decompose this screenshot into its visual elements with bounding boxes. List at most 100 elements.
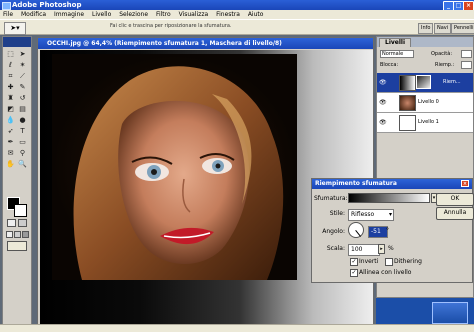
fill-label: Riemp.:: [435, 62, 455, 68]
brush-tool-icon[interactable]: ✎: [17, 82, 28, 92]
jump-to-imageready-icon[interactable]: [7, 241, 27, 251]
menu-immagine[interactable]: Immagine: [51, 10, 87, 19]
history-brush-icon[interactable]: ↺: [17, 93, 28, 103]
crop-tool-icon[interactable]: ⌗: [5, 71, 16, 81]
type-tool-icon[interactable]: T: [17, 126, 28, 136]
zoom-tool-icon[interactable]: 🔍: [17, 159, 28, 169]
dialog-title: Riempimento sfumatura: [315, 180, 397, 187]
lock-label: Blocca:: [380, 62, 399, 68]
angle-dial[interactable]: [348, 222, 364, 238]
ok-button[interactable]: OK: [436, 193, 474, 206]
angle-field[interactable]: -51: [368, 226, 388, 238]
style-select[interactable]: Riflesso ▾: [348, 209, 394, 221]
move-tool-icon[interactable]: ➤: [17, 49, 28, 59]
style-label: Stile:: [329, 210, 345, 217]
gradient-preview-picker[interactable]: [348, 193, 430, 203]
photoshop-app-icon: [2, 2, 11, 10]
background-color-swatch[interactable]: [14, 204, 27, 217]
angle-unit: °: [386, 227, 389, 234]
layer-name: Livello 1: [418, 119, 439, 125]
menu-visualizza[interactable]: Visualizza: [176, 10, 212, 19]
blend-mode-select[interactable]: Normale: [380, 50, 414, 58]
slice-tool-icon[interactable]: ⟋: [17, 71, 28, 81]
style-value: Riflesso: [351, 211, 375, 218]
gradient-label: Sfumatura:: [314, 195, 348, 202]
align-with-layer-checkbox[interactable]: ✓: [350, 269, 358, 277]
eye-icon[interactable]: 👁: [379, 119, 387, 126]
eraser-tool-icon[interactable]: ◩: [5, 104, 16, 114]
dithering-label: Dithering: [394, 258, 422, 265]
menu-bar: File Modifica Immagine Livello Selezione…: [0, 10, 474, 19]
palette-tab-info[interactable]: Info: [418, 23, 434, 34]
layer-row-livello-0[interactable]: 👁 Livello 0: [377, 93, 473, 113]
align-with-layer-label: Allinea con livello: [359, 269, 412, 276]
app-title-bar: Adobe Photoshop _ □ ×: [0, 0, 474, 11]
screen-mode-2-icon[interactable]: [14, 231, 21, 238]
document-title-bar[interactable]: OCCHI.jpg @ 64,4% (Riempimento sfumatura…: [38, 38, 373, 49]
layer-thumbnail: [399, 95, 416, 111]
palette-tab-navigator[interactable]: Navi: [434, 23, 452, 34]
opacity-label: Opacità:: [431, 51, 453, 57]
marquee-tool-icon[interactable]: ⬚: [5, 49, 16, 59]
menu-modifica[interactable]: Modifica: [18, 10, 49, 19]
menu-finestra[interactable]: Finestra: [213, 10, 243, 19]
toolbox: ⬚ ➤ ℓ ✶ ⌗ ⟋ ✚ ✎ ♜ ↺ ◩ ▤ 💧 ● ➶ T ✒ ▭ ✉ ⚲ …: [2, 36, 32, 332]
quick-mask-icon[interactable]: [18, 219, 27, 227]
pen-tool-icon[interactable]: ✒: [5, 137, 16, 147]
portrait-photo: [52, 54, 297, 280]
eye-icon[interactable]: 👁: [379, 79, 387, 86]
document-title: OCCHI.jpg @ 64,4% (Riempimento sfumatura…: [47, 40, 282, 47]
magic-wand-icon[interactable]: ✶: [17, 60, 28, 70]
scale-slider-toggle-icon[interactable]: ▸: [378, 244, 385, 254]
status-bar: [0, 324, 474, 332]
tab-layers[interactable]: Livelli: [379, 38, 412, 47]
menu-livello[interactable]: Livello: [89, 10, 114, 19]
layer-row-livello-1[interactable]: 👁 Livello 1: [377, 113, 473, 133]
logo-icon: [432, 302, 468, 324]
layer-row-gradient-fill[interactable]: 👁 Riem...: [377, 73, 473, 93]
layer-thumbnail: [399, 115, 416, 131]
angle-dial-needle: [355, 230, 362, 237]
path-selection-icon[interactable]: ➶: [5, 126, 16, 136]
portrait-illustration: [73, 66, 284, 280]
screen-mode-1-icon[interactable]: [6, 231, 13, 238]
notes-tool-icon[interactable]: ✉: [5, 148, 16, 158]
layer-mask-thumbnail[interactable]: [416, 75, 431, 89]
invert-label: Inverti: [359, 258, 379, 265]
dodge-tool-icon[interactable]: ●: [17, 115, 28, 125]
fill-field[interactable]: [461, 61, 472, 69]
shape-tool-icon[interactable]: ▭: [17, 137, 28, 147]
menu-aiuto[interactable]: Aiuto: [245, 10, 267, 19]
standard-mode-icon[interactable]: [7, 219, 16, 227]
layer-thumbnail: [399, 75, 416, 91]
options-bar: ➤▾ Fai clic e trascina per riposizionare…: [0, 19, 474, 35]
palette-tab-brushes[interactable]: Pennelli: [451, 23, 474, 34]
gradient-fill-dialog: Riempimento sfumatura × Sfumatura: ▾ OK …: [311, 178, 474, 283]
invert-checkbox[interactable]: ✓: [350, 258, 358, 266]
dialog-title-bar[interactable]: Riempimento sfumatura ×: [312, 179, 472, 189]
dithering-checkbox[interactable]: [385, 258, 393, 266]
scale-label: Scala:: [326, 245, 345, 252]
blur-tool-icon[interactable]: 💧: [5, 115, 16, 125]
dialog-close-button[interactable]: ×: [461, 180, 469, 187]
menu-selezione[interactable]: Selezione: [116, 10, 151, 19]
layers-panel-tabs: Livelli: [377, 37, 473, 47]
lasso-tool-icon[interactable]: ℓ: [5, 60, 16, 70]
move-tool-preset-button[interactable]: ➤▾: [4, 22, 26, 35]
menu-file[interactable]: File: [0, 10, 16, 19]
menu-filtro[interactable]: Filtro: [153, 10, 174, 19]
gradient-tool-icon[interactable]: ▤: [17, 104, 28, 114]
angle-label: Angolo:: [322, 228, 345, 235]
eye-icon[interactable]: 👁: [379, 99, 387, 106]
screen-mode-3-icon[interactable]: [22, 231, 29, 238]
opacity-field[interactable]: [461, 50, 472, 58]
chevron-down-icon: ▾: [388, 211, 392, 218]
scale-field[interactable]: 100: [348, 244, 380, 256]
layer-name: Riem...: [443, 79, 461, 85]
eyedropper-icon[interactable]: ⚲: [17, 148, 28, 158]
stamp-tool-icon[interactable]: ♜: [5, 93, 16, 103]
hand-tool-icon[interactable]: ✋: [5, 159, 16, 169]
healing-brush-icon[interactable]: ✚: [5, 82, 16, 92]
layer-name: Livello 0: [418, 99, 439, 105]
cancel-button[interactable]: Annulla: [436, 207, 474, 220]
